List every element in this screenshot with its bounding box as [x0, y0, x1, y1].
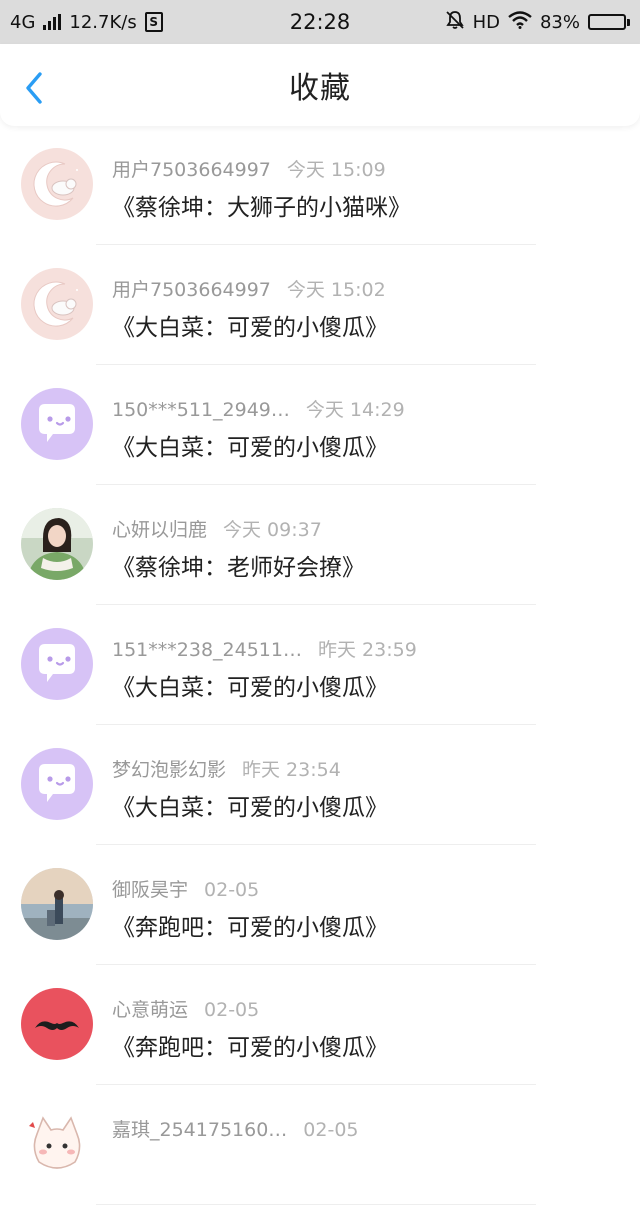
list-item[interactable]: 嘉琪_254175160… 02-05	[0, 1086, 640, 1206]
item-meta: 用户7503664997 今天 15:02	[112, 275, 386, 302]
favorite-title[interactable]: 《大白菜：可爱的小傻瓜》	[112, 788, 388, 822]
divider	[96, 724, 536, 725]
user-name[interactable]: 用户7503664997	[112, 155, 271, 182]
timestamp: 今天 15:02	[286, 279, 386, 301]
item-meta: 150***511_2949… 今天 14:29	[112, 395, 405, 422]
divider	[96, 1084, 536, 1085]
timestamp: 02-05	[204, 879, 260, 901]
timestamp: 02-05	[204, 999, 260, 1021]
status-left: 4G 12.7K/s S	[10, 12, 260, 33]
item-meta: 梦幻泡影幻影 昨天 23:54	[112, 755, 341, 782]
status-bar: 4G 12.7K/s S 22:28 HD 83%	[0, 0, 640, 44]
moon-cat-avatar[interactable]	[21, 148, 93, 220]
list-item[interactable]: 151***238_24511… 昨天 23:59 《大白菜：可爱的小傻瓜》	[0, 606, 640, 726]
user-name[interactable]: 150***511_2949…	[112, 399, 290, 421]
battery-icon	[588, 14, 630, 30]
item-meta: 151***238_24511… 昨天 23:59	[112, 635, 417, 662]
item-meta: 用户7503664997 今天 15:09	[112, 155, 386, 182]
list-item[interactable]: 心妍以归鹿 今天 09:37 《蔡徐坤：老师好会撩》	[0, 486, 640, 606]
chat-bubble-avatar[interactable]	[21, 388, 93, 460]
user-name[interactable]: 心妍以归鹿	[112, 515, 207, 542]
favorite-title[interactable]: 《大白菜：可爱的小傻瓜》	[112, 428, 388, 462]
list-item[interactable]: 用户7503664997 今天 15:02 《大白菜：可爱的小傻瓜》	[0, 246, 640, 366]
nav-bar: 收藏	[0, 44, 640, 126]
divider	[96, 844, 536, 845]
moon-cat-avatar[interactable]	[21, 268, 93, 340]
user-name[interactable]: 梦幻泡影幻影	[112, 755, 226, 782]
item-meta: 心意萌运 02-05	[112, 995, 259, 1022]
item-meta: 心妍以归鹿 今天 09:37	[112, 515, 322, 542]
divider	[96, 484, 536, 485]
timestamp: 昨天 23:54	[242, 759, 341, 781]
timestamp: 昨天 23:59	[317, 639, 417, 661]
network-speed: 12.7K/s	[69, 11, 137, 33]
timestamp: 今天 09:37	[223, 519, 322, 541]
chevron-left-icon	[26, 72, 42, 104]
chat-bubble-avatar[interactable]	[21, 748, 93, 820]
divider	[96, 244, 536, 245]
divider	[96, 604, 536, 605]
list-item[interactable]: 御阪昊宇 02-05 《奔跑吧：可爱的小傻瓜》	[0, 846, 640, 966]
wifi-icon	[508, 10, 532, 34]
mute-bell-icon	[445, 10, 465, 35]
back-button[interactable]	[20, 70, 50, 106]
hd-indicator: HD	[472, 11, 500, 33]
page-title: 收藏	[289, 71, 351, 106]
chat-bubble-avatar[interactable]	[21, 628, 93, 700]
network-type: 4G	[10, 11, 36, 33]
photo-scenery-avatar[interactable]	[21, 868, 93, 940]
list-item[interactable]: 用户7503664997 今天 15:09 《蔡徐坤：大狮子的小猫咪》	[0, 126, 640, 246]
battery-percent: 83%	[539, 11, 580, 33]
timestamp: 今天 15:09	[286, 159, 386, 181]
favorite-title[interactable]: 《大白菜：可爱的小傻瓜》	[112, 308, 388, 342]
divider	[96, 1204, 536, 1205]
photo-girl-avatar[interactable]	[21, 508, 93, 580]
list-item[interactable]: 150***511_2949… 今天 14:29 《大白菜：可爱的小傻瓜》	[0, 366, 640, 486]
status-right: HD 83%	[380, 10, 630, 35]
user-name[interactable]: 用户7503664997	[112, 275, 271, 302]
favorites-list: 用户7503664997 今天 15:09 《蔡徐坤：大狮子的小猫咪》 用户750…	[0, 126, 640, 1206]
favorite-title[interactable]: 《大白菜：可爱的小傻瓜》	[112, 668, 388, 702]
clock: 22:28	[289, 10, 351, 34]
user-name[interactable]: 心意萌运	[112, 995, 188, 1022]
favorite-title[interactable]: 《奔跑吧：可爱的小傻瓜》	[112, 908, 388, 942]
divider	[96, 964, 536, 965]
timestamp: 今天 14:29	[305, 399, 405, 421]
user-name[interactable]: 151***238_24511…	[112, 639, 302, 661]
favorite-title[interactable]: 《蔡徐坤：大狮子的小猫咪》	[112, 188, 411, 222]
list-item[interactable]: 梦幻泡影幻影 昨天 23:54 《大白菜：可爱的小傻瓜》	[0, 726, 640, 846]
item-meta: 御阪昊宇 02-05	[112, 875, 259, 902]
divider	[96, 364, 536, 365]
list-item[interactable]: 心意萌运 02-05 《奔跑吧：可爱的小傻瓜》	[0, 966, 640, 1086]
mustache-avatar[interactable]	[21, 988, 93, 1060]
sync-icon: S	[144, 12, 163, 32]
user-name[interactable]: 御阪昊宇	[112, 875, 188, 902]
signal-icon	[43, 14, 62, 30]
favorite-title[interactable]: 《蔡徐坤：老师好会撩》	[112, 548, 365, 582]
cartoon-cat-avatar[interactable]	[21, 1108, 93, 1180]
favorite-title[interactable]: 《奔跑吧：可爱的小傻瓜》	[112, 1028, 388, 1062]
